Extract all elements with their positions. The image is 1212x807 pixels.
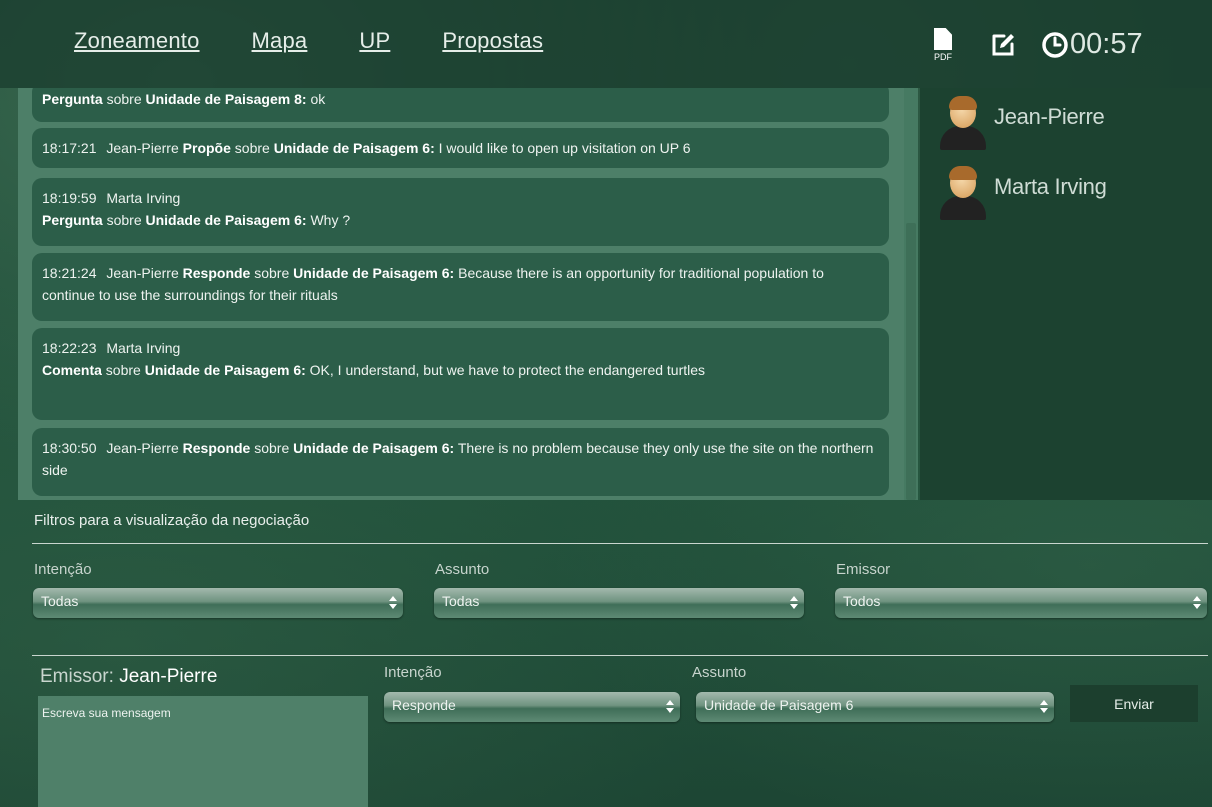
message-intent: Pergunta xyxy=(42,91,103,107)
main-nav: Zoneamento Mapa UP Propostas xyxy=(74,28,543,54)
nav-propostas[interactable]: Propostas xyxy=(442,28,543,54)
select-arrows-icon xyxy=(1040,699,1048,715)
edit-icon[interactable] xyxy=(990,32,1016,58)
select-arrows-icon xyxy=(790,595,798,611)
select-value: Todas xyxy=(442,593,480,609)
divider xyxy=(32,543,1208,544)
chat-message: Pergunta sobre Unidade de Paisagem 8: ok xyxy=(32,88,889,122)
message-about: sobre xyxy=(106,212,142,228)
clock-icon xyxy=(1042,32,1068,58)
pdf-icon[interactable]: PDF xyxy=(934,28,956,62)
message-sender: Marta Irving xyxy=(106,340,181,356)
filter-intencao-label: Intenção xyxy=(34,561,92,578)
chat-log[interactable]: Pergunta sobre Unidade de Paisagem 8: ok… xyxy=(18,88,918,500)
message-subject: Unidade de Paisagem 6: xyxy=(145,212,307,228)
pdf-label: PDF xyxy=(934,52,952,62)
top-bar: Zoneamento Mapa UP Propostas xyxy=(0,0,1212,88)
message-sender: Jean-Pierre xyxy=(106,440,179,456)
message-subject: Unidade de Paisagem 6: xyxy=(273,140,435,156)
send-button[interactable]: Enviar xyxy=(1070,685,1198,722)
timer: 00:57 xyxy=(1070,28,1143,60)
nav-mapa[interactable]: Mapa xyxy=(252,28,308,54)
message-sender: Jean-Pierre xyxy=(106,140,179,156)
message-intent: Propõe xyxy=(182,140,231,156)
message-intent: Pergunta xyxy=(42,212,103,228)
participant-name: Marta Irving xyxy=(994,174,1107,199)
user-avatar-icon xyxy=(940,96,986,150)
filter-emissor-label: Emissor xyxy=(836,561,891,578)
message-textarea[interactable]: Escreva sua mensagem xyxy=(38,696,368,807)
scrollbar-thumb[interactable] xyxy=(906,223,916,500)
message-subject: Unidade de Paisagem 6: xyxy=(293,440,455,456)
select-arrows-icon xyxy=(389,595,397,611)
message-time: 18:17:21 xyxy=(42,140,97,156)
message-sender: Marta Irving xyxy=(106,190,181,206)
message-about: sobre xyxy=(234,140,270,156)
compose-intencao-select[interactable]: Responde xyxy=(384,692,680,722)
filter-assunto-select[interactable]: Todas xyxy=(434,588,804,618)
select-arrows-icon xyxy=(1193,595,1201,611)
filters-title: Filtros para a visualização da negociaçã… xyxy=(34,512,310,529)
select-value: Todos xyxy=(843,593,881,609)
filter-intencao-select[interactable]: Todas xyxy=(33,588,403,618)
message-text: OK, I understand, but we have to protect… xyxy=(309,362,706,378)
select-arrows-icon xyxy=(666,699,674,715)
message-sender: Jean-Pierre xyxy=(106,265,179,281)
chat-message: 18:17:21 Jean-Pierre Propõe sobre Unidad… xyxy=(32,128,889,168)
message-intent: Comenta xyxy=(42,362,102,378)
compose-assunto-select[interactable]: Unidade de Paisagem 6 xyxy=(696,692,1054,722)
select-value: Responde xyxy=(392,697,456,713)
compose-emissor-name: Jean-Pierre xyxy=(119,666,218,687)
filter-emissor-select[interactable]: Todos xyxy=(835,588,1207,618)
nav-zoneamento[interactable]: Zoneamento xyxy=(74,28,200,54)
message-about: sobre xyxy=(105,362,141,378)
message-about: sobre xyxy=(254,265,290,281)
message-intent: Responde xyxy=(182,440,251,456)
participant-name: Jean-Pierre xyxy=(994,104,1105,129)
message-time: 18:21:24 xyxy=(42,265,97,281)
chat-message: 18:19:59 Marta Irving Pergunta sobre Uni… xyxy=(32,178,889,246)
message-text: Why ? xyxy=(310,212,351,228)
message-about: sobre xyxy=(106,91,142,107)
compose-intencao-label: Intenção xyxy=(384,664,442,681)
participants-panel: Jean-Pierre Marta Irving xyxy=(920,88,1212,500)
message-about: sobre xyxy=(254,440,290,456)
chat-message: 18:30:50 Jean-Pierre Responde sobre Unid… xyxy=(32,428,889,496)
chat-message: 18:22:23 Marta Irving Comenta sobre Unid… xyxy=(32,328,889,420)
participant: Marta Irving xyxy=(940,166,1107,220)
filter-assunto-label: Assunto xyxy=(435,561,490,578)
message-time: 18:22:23 xyxy=(42,340,97,356)
message-subject: Unidade de Paisagem 6: xyxy=(293,265,455,281)
document-icon xyxy=(934,28,952,50)
nav-up[interactable]: UP xyxy=(359,28,390,54)
select-value: Unidade de Paisagem 6 xyxy=(704,697,854,713)
message-text: I would like to open up visitation on UP… xyxy=(438,140,691,156)
participant: Jean-Pierre xyxy=(940,96,1105,150)
message-intent: Responde xyxy=(182,265,251,281)
compose-emissor-label: Emissor: xyxy=(40,666,114,687)
select-value: Todas xyxy=(41,593,79,609)
user-avatar-icon xyxy=(940,166,986,220)
chat-message: 18:21:24 Jean-Pierre Responde sobre Unid… xyxy=(32,253,889,321)
chat-scrollbar[interactable] xyxy=(904,88,918,500)
compose-emissor: Emissor: Jean-Pierre xyxy=(40,666,217,688)
message-text: ok xyxy=(310,91,326,107)
message-time: 18:30:50 xyxy=(42,440,97,456)
compose-assunto-label: Assunto xyxy=(692,664,747,681)
divider xyxy=(32,655,1208,656)
message-subject: Unidade de Paisagem 8: xyxy=(145,91,307,107)
message-subject: Unidade de Paisagem 6: xyxy=(144,362,306,378)
message-time: 18:19:59 xyxy=(42,190,97,206)
